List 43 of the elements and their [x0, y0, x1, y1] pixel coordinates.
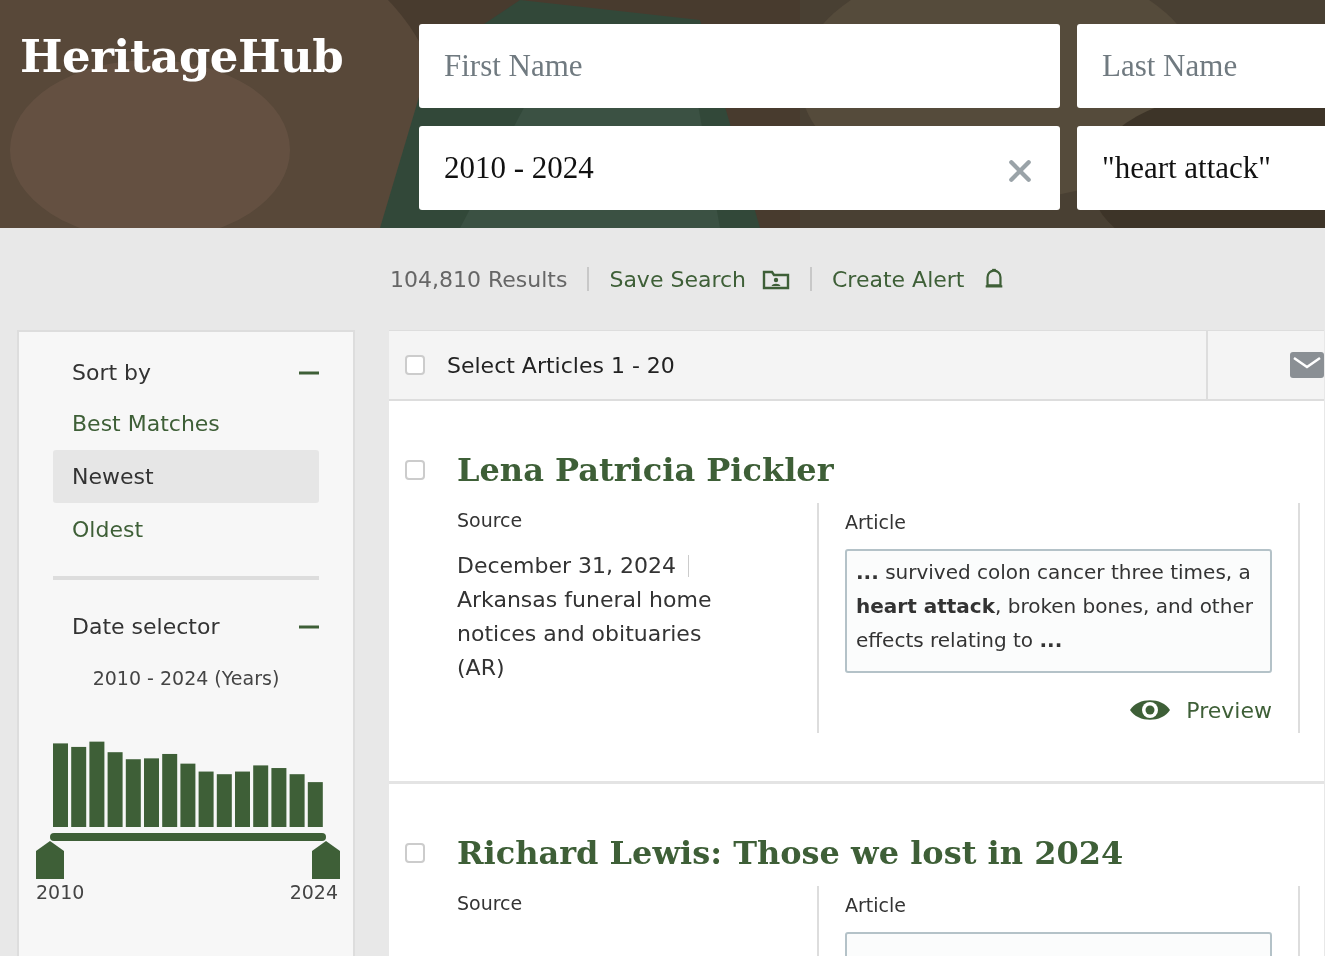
search-field[interactable]: Last Name: [1077, 24, 1325, 108]
histogram-bar: [235, 771, 250, 827]
result-title[interactable]: Lena Patricia Pickler: [457, 451, 834, 489]
column-label: Article: [845, 511, 907, 533]
histogram-bar: [144, 758, 159, 827]
select-label: Select Articles 1 - 20: [447, 352, 675, 378]
histogram-bar: [307, 782, 323, 827]
search-field[interactable]: First Name: [419, 24, 1060, 108]
result-title[interactable]: Richard Lewis: Those we lost in 2024: [457, 834, 1124, 872]
sort-option[interactable]: Oldest: [53, 503, 319, 556]
checkbox[interactable]: [405, 460, 425, 480]
date-text: December 31, 2024: [457, 553, 677, 578]
histogram-bar: [289, 774, 305, 827]
sort-option[interactable]: Best Matches: [53, 397, 319, 450]
column-label: Source: [457, 509, 524, 531]
action-link[interactable]: Save Search: [609, 266, 746, 292]
section-title: Sort by: [72, 360, 152, 385]
slider-handle[interactable]: [312, 841, 340, 879]
preview-link[interactable]: Preview: [1186, 697, 1272, 723]
results-count: 104,810 Results: [390, 266, 568, 292]
sort-option[interactable]: Newest: [53, 450, 319, 503]
slider-handle[interactable]: [36, 841, 64, 879]
histogram-bar: [125, 759, 141, 827]
year-label: 2010: [36, 881, 85, 903]
column-label: Source: [457, 892, 524, 914]
histogram-bar: [198, 771, 214, 827]
action-link[interactable]: Create Alert: [832, 266, 965, 292]
histogram-bar: [216, 774, 232, 827]
section-title: Date selector: [72, 614, 220, 639]
search-field[interactable]: "heart attack": [1077, 126, 1325, 210]
close-icon[interactable]: [1007, 158, 1033, 184]
histogram-bar: [271, 768, 287, 827]
snippet-text: ... survived colon cancer three times, a heart attack, broken bones, and other effects relating to ...: [845, 549, 1272, 673]
range-label: 2010 - 2024 (Years): [91, 667, 281, 689]
search-field[interactable]: 2010 - 2024: [419, 126, 1060, 210]
histogram-bar: [180, 763, 196, 827]
checkbox[interactable]: [405, 843, 425, 863]
histogram-bar: [253, 765, 269, 827]
mail-icon[interactable]: [1290, 352, 1324, 378]
year-label: 2024: [289, 881, 338, 903]
checkbox[interactable]: [405, 355, 425, 375]
source-text: Arkansas funeral home notices and obituaries (AR): [457, 587, 712, 680]
column-label: Article: [845, 894, 907, 916]
